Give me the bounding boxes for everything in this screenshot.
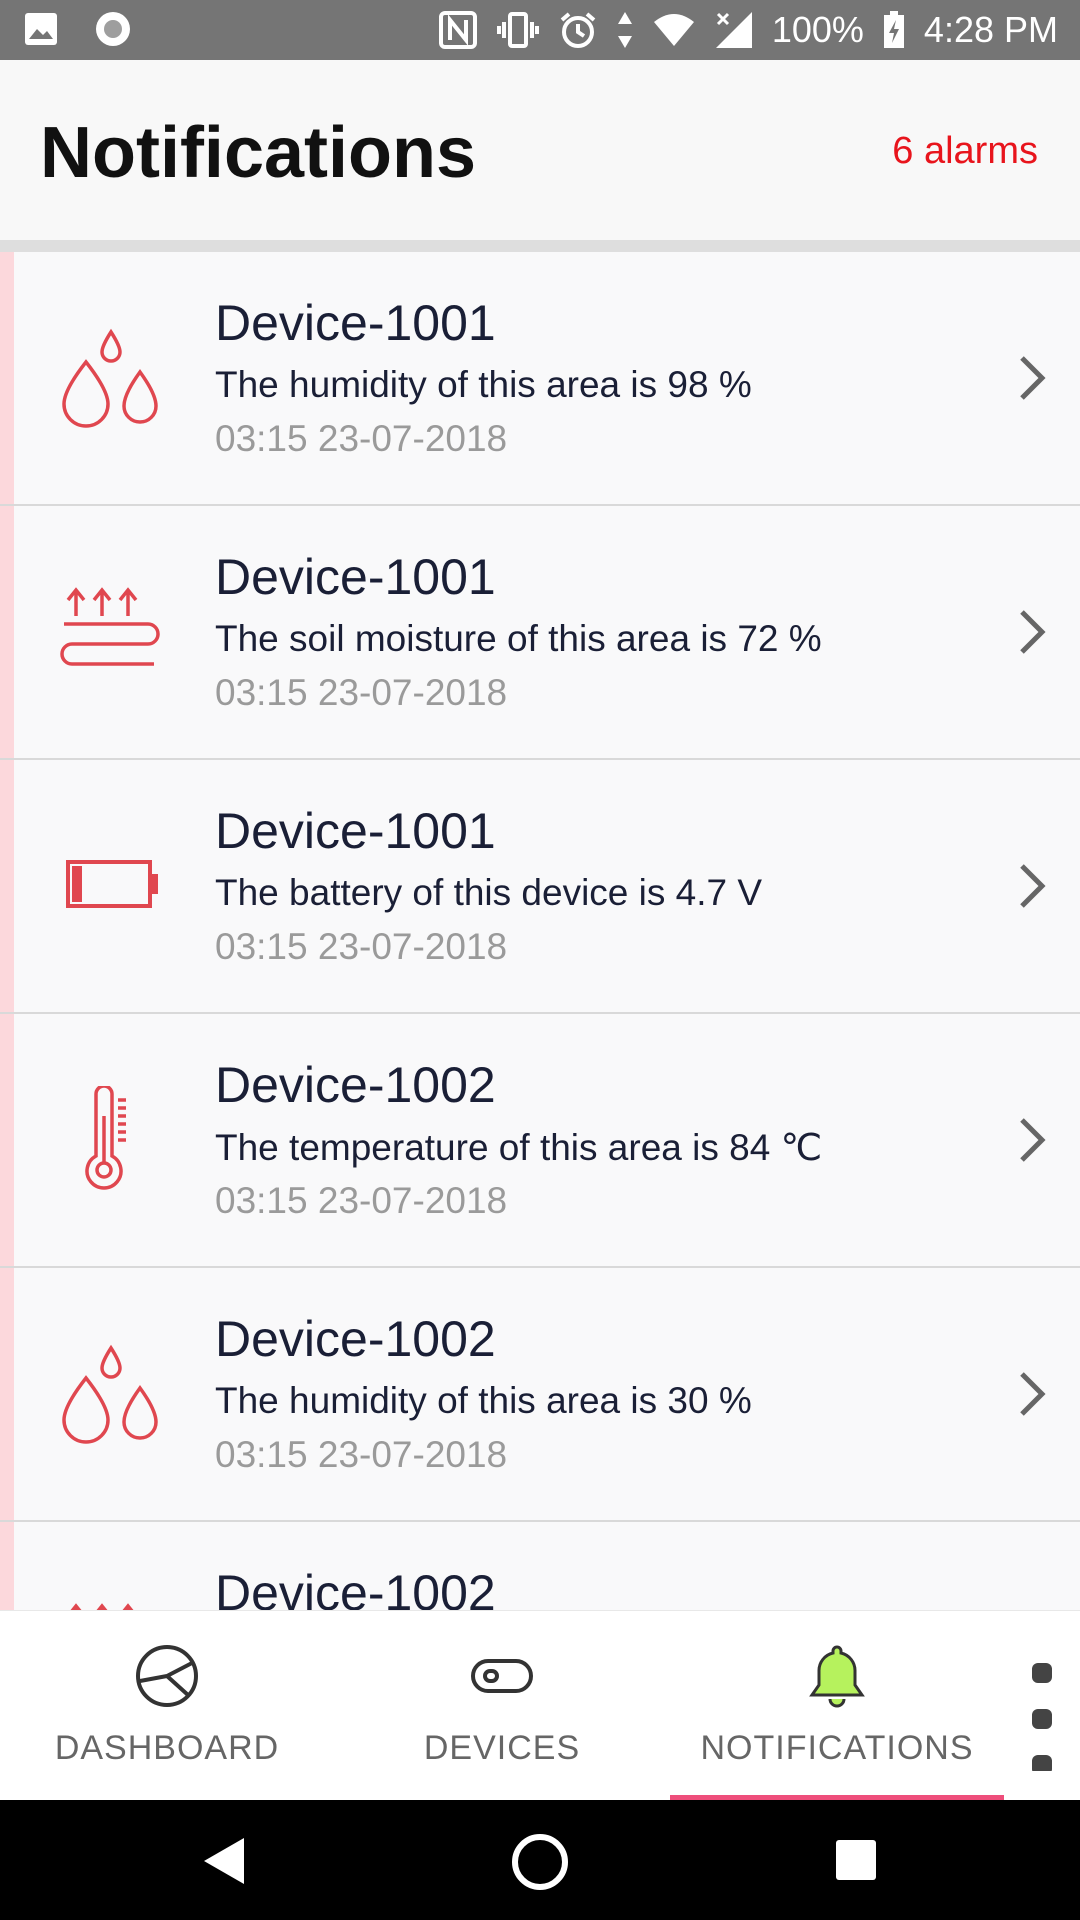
alarm-count: 6 alarms <box>892 130 1038 172</box>
battery-charging-icon <box>882 10 906 50</box>
cell-signal-icon <box>714 10 754 50</box>
device-name: Device-1001 <box>215 549 496 605</box>
page-title: Notifications <box>40 113 477 193</box>
tab-label: NOTIFICATIONS <box>700 1729 974 1767</box>
tab-devices[interactable]: DEVICES <box>334 1611 670 1801</box>
notification-message: The soil moisture of this area is 72 % <box>215 618 822 659</box>
recents-icon[interactable] <box>834 1838 878 1882</box>
notification-time: 03:15 23-07-2018 <box>215 1180 508 1221</box>
device-name: Device-1002 <box>215 1565 496 1610</box>
notification-message: The battery of this device is 4.7 V <box>215 872 763 913</box>
notification-time: 03:15 23-07-2018 <box>215 926 508 967</box>
notification-time: 03:15 23-07-2018 <box>215 672 508 713</box>
notification-item[interactable]: Device-1002 The temperature of this area… <box>0 1014 1080 1268</box>
notification-item[interactable]: Device-1001 The battery of this device i… <box>0 760 1080 1014</box>
chevron-right-icon[interactable] <box>1012 860 1052 912</box>
device-name: Device-1002 <box>215 1311 496 1367</box>
header-divider <box>0 240 1080 252</box>
humidity-icon <box>58 324 168 434</box>
humidity-icon <box>58 1340 168 1450</box>
status-bar: 100% 4:28 PM <box>0 0 1080 60</box>
notification-message: The humidity of this area is 30 % <box>215 1380 752 1421</box>
notification-message: The humidity of this area is 98 % <box>215 364 752 405</box>
clock-time: 4:28 PM <box>923 9 1058 50</box>
notification-time: 03:15 23-07-2018 <box>215 418 508 459</box>
chevron-right-icon[interactable] <box>1012 1114 1052 1166</box>
alarm-accent-bar <box>0 1522 14 1610</box>
alarm-accent-bar <box>0 506 14 758</box>
thermometer-icon <box>58 1084 168 1196</box>
tab-dashboard[interactable]: DASHBOARD <box>0 1611 334 1801</box>
notification-list[interactable]: Device-1001 The humidity of this area is… <box>0 252 1080 1610</box>
chevron-right-icon[interactable] <box>1012 606 1052 658</box>
back-icon[interactable] <box>200 1836 250 1886</box>
alarm-accent-bar <box>0 1268 14 1520</box>
system-navigation-bar <box>0 1800 1080 1920</box>
bottom-navigation: DASHBOARD DEVICES NOTIFICATIONS <box>0 1610 1080 1801</box>
device-name: Device-1002 <box>215 1057 496 1113</box>
image-notification-icon <box>24 12 58 46</box>
tab-label: DASHBOARD <box>54 1729 280 1767</box>
bell-icon <box>802 1641 872 1711</box>
page-header: Notifications 6 alarms <box>0 60 1080 240</box>
notification-item[interactable]: Device-1002 <box>0 1522 1080 1610</box>
notification-message: The temperature of this area is 84 ℃ <box>215 1127 823 1168</box>
vibrate-icon <box>496 10 540 50</box>
notification-item[interactable]: Device-1002 The humidity of this area is… <box>0 1268 1080 1522</box>
soil-moisture-icon <box>58 578 168 688</box>
chevron-right-icon[interactable] <box>1012 352 1052 404</box>
dashboard-icon <box>132 1641 202 1711</box>
chevron-right-icon[interactable] <box>1012 1368 1052 1420</box>
device-name: Device-1001 <box>215 295 496 351</box>
notification-time: 03:15 23-07-2018 <box>215 1434 508 1475</box>
data-arrows-icon <box>616 10 634 50</box>
alarm-accent-bar <box>0 1014 14 1266</box>
nfc-icon <box>438 10 478 50</box>
devices-icon <box>467 1641 537 1711</box>
home-icon[interactable] <box>510 1832 570 1892</box>
battery-icon <box>58 832 168 942</box>
notification-item[interactable]: Device-1001 The humidity of this area is… <box>0 252 1080 506</box>
alarm-clock-icon <box>558 10 598 50</box>
tab-label: DEVICES <box>423 1729 581 1767</box>
record-notification-icon <box>94 10 132 48</box>
tab-notifications[interactable]: NOTIFICATIONS <box>670 1611 1004 1801</box>
alarm-accent-bar <box>0 252 14 504</box>
soil-moisture-icon <box>58 1594 168 1610</box>
battery-percent: 100% <box>771 9 864 50</box>
more-options-icon[interactable] <box>1030 1651 1054 1775</box>
alarm-accent-bar <box>0 760 14 1012</box>
wifi-icon <box>652 12 696 48</box>
notification-item[interactable]: Device-1001 The soil moisture of this ar… <box>0 506 1080 760</box>
device-name: Device-1001 <box>215 803 496 859</box>
